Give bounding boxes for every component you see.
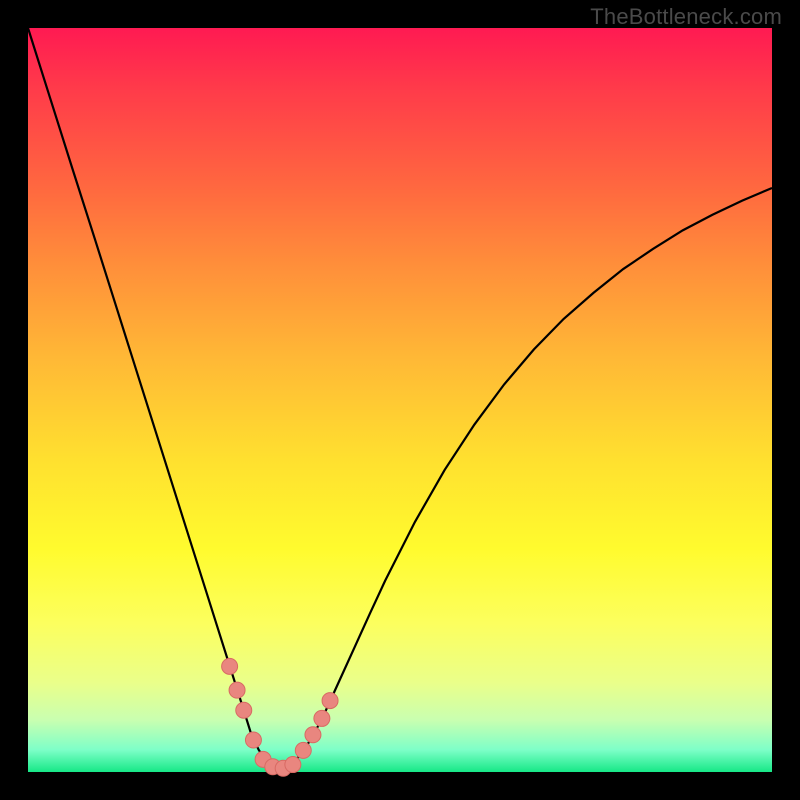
bottleneck-curve [28,28,772,768]
curve-markers [222,658,338,776]
curve-marker [305,727,321,743]
chart-svg [28,28,772,772]
curve-marker [285,757,301,773]
curve-marker [322,693,338,709]
curve-marker [236,702,252,718]
curve-marker [222,658,238,674]
chart-frame: TheBottleneck.com [0,0,800,800]
chart-plot-area [28,28,772,772]
curve-marker [245,732,261,748]
watermark-text: TheBottleneck.com [590,4,782,30]
curve-marker [295,742,311,758]
curve-marker [314,710,330,726]
curve-marker [229,682,245,698]
